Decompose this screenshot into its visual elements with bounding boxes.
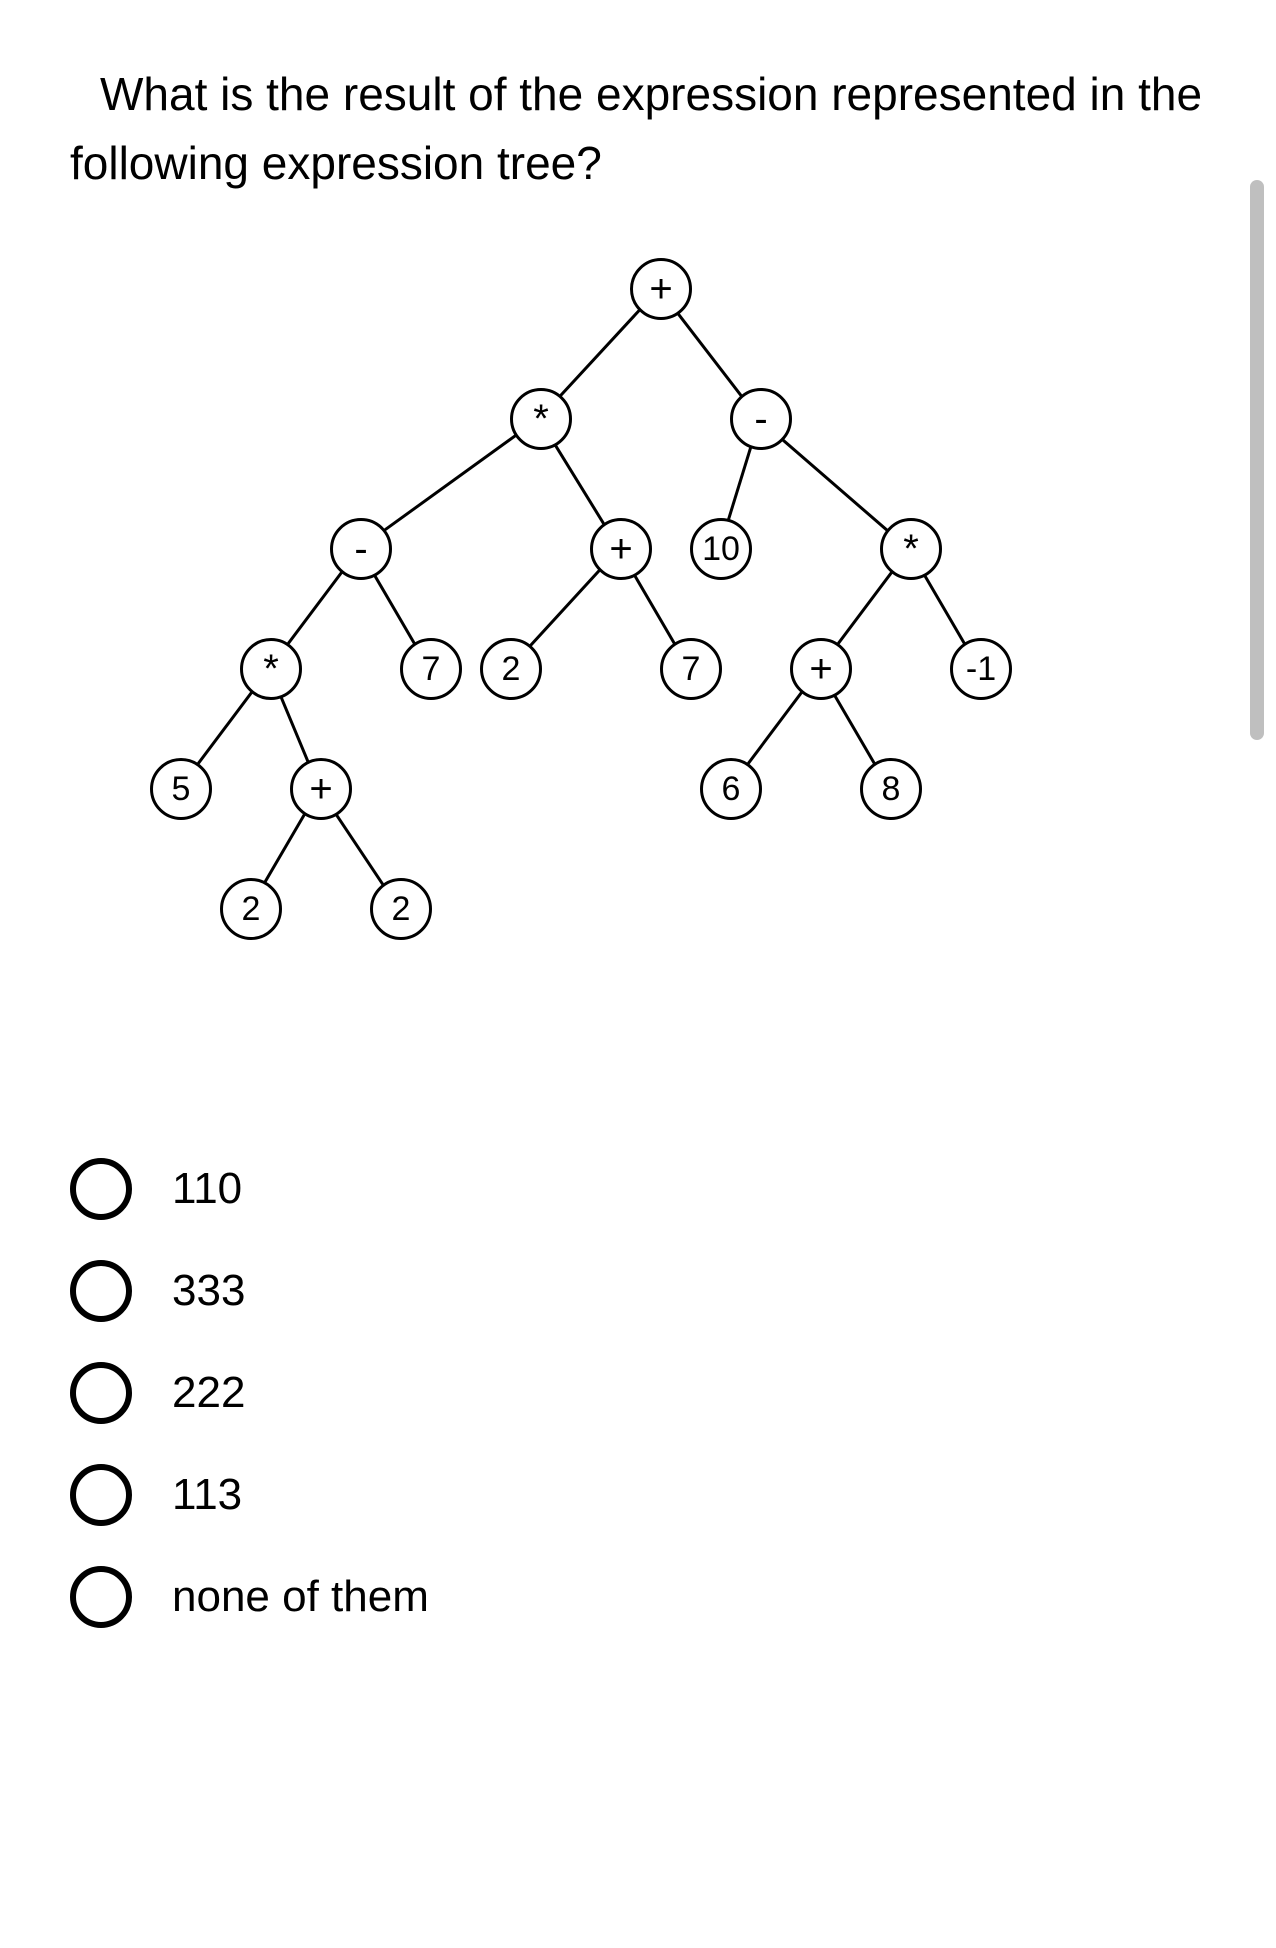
answer-options: 110 333 222 113 none of them [70, 1158, 1206, 1628]
tree-node-l4b: + [290, 758, 352, 820]
tree-node-l4a: 5 [150, 758, 212, 820]
tree-node-l3b: 7 [400, 638, 462, 700]
tree-node-l2d: * [880, 518, 942, 580]
option-label: 110 [172, 1164, 242, 1214]
tree-node-l3f: -1 [950, 638, 1012, 700]
option-4[interactable]: none of them [70, 1566, 1206, 1628]
option-label: 333 [172, 1266, 245, 1316]
question-container: What is the result of the expression rep… [0, 0, 1276, 1708]
tree-node-l4d: 8 [860, 758, 922, 820]
tree-node-root: + [630, 258, 692, 320]
option-3[interactable]: 113 [70, 1464, 1206, 1526]
radio-icon[interactable] [70, 1260, 132, 1322]
option-2[interactable]: 222 [70, 1362, 1206, 1424]
tree-node-l5b: 2 [370, 878, 432, 940]
question-text: What is the result of the expression rep… [70, 60, 1206, 198]
option-label: none of them [172, 1572, 429, 1622]
tree-node-l2b: + [590, 518, 652, 580]
tree-node-l3a: * [240, 638, 302, 700]
option-0[interactable]: 110 [70, 1158, 1206, 1220]
radio-icon[interactable] [70, 1566, 132, 1628]
scrollbar[interactable] [1250, 180, 1264, 740]
tree-edge [359, 417, 541, 549]
option-label: 222 [172, 1368, 245, 1418]
tree-node-l4c: 6 [700, 758, 762, 820]
tree-node-l2a: - [330, 518, 392, 580]
tree-node-l3c: 2 [480, 638, 542, 700]
tree-node-l3d: 7 [660, 638, 722, 700]
radio-icon[interactable] [70, 1362, 132, 1424]
radio-icon[interactable] [70, 1464, 132, 1526]
tree-node-l3e: + [790, 638, 852, 700]
radio-icon[interactable] [70, 1158, 132, 1220]
expression-tree: +*--+10**727+-15+6822 [70, 258, 1206, 1078]
tree-node-l5a: 2 [220, 878, 282, 940]
tree-node-l1r: - [730, 388, 792, 450]
tree-node-l1l: * [510, 388, 572, 450]
option-1[interactable]: 333 [70, 1260, 1206, 1322]
tree-node-l2c: 10 [690, 518, 752, 580]
option-label: 113 [172, 1470, 242, 1520]
